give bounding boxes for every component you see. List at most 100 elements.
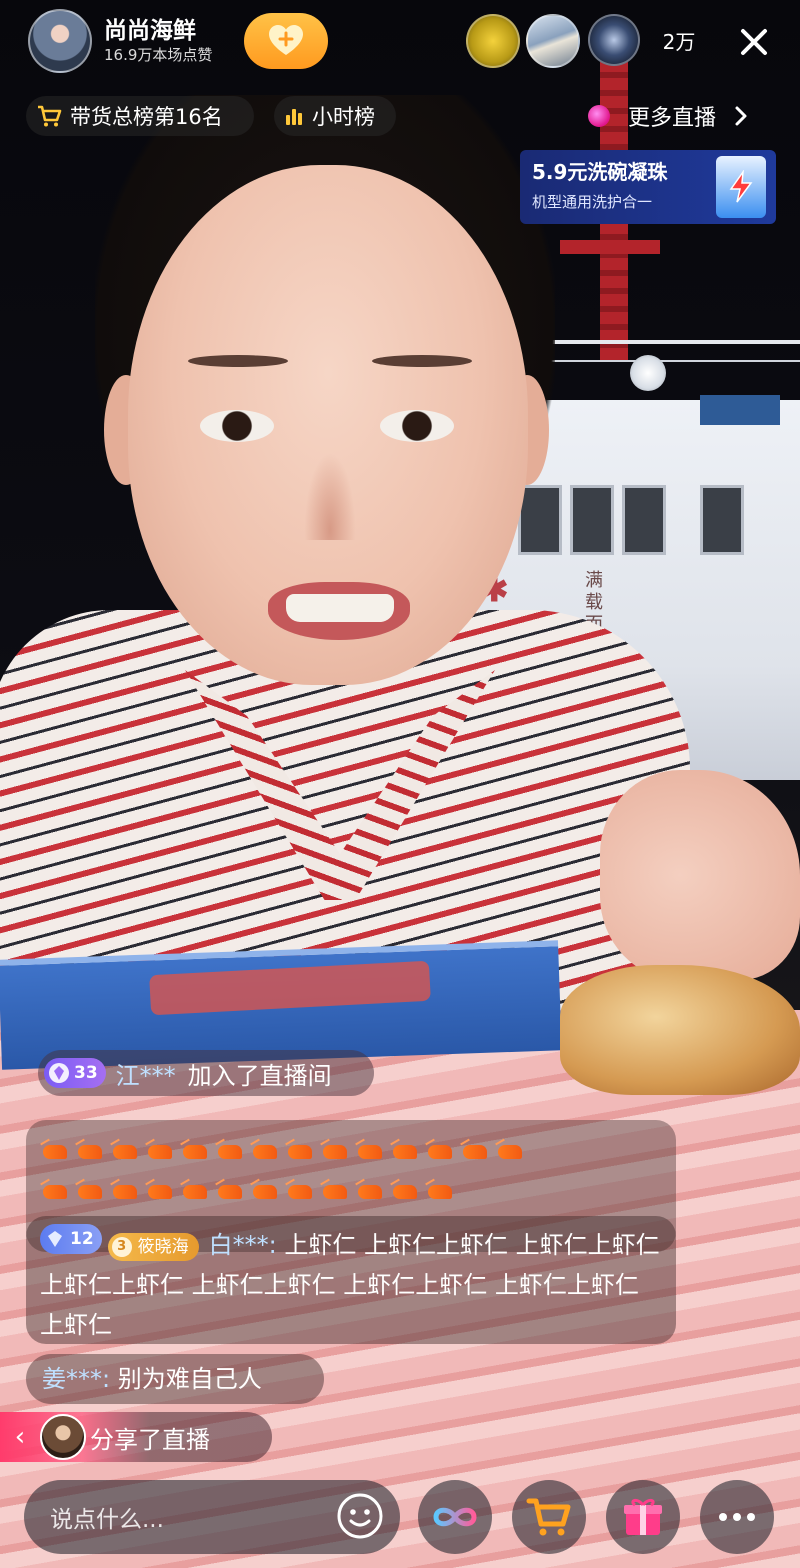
gift-button[interactable] [606,1480,680,1554]
shrimp-emoji-icon [285,1177,317,1207]
hourly-rank-label: 小时榜 [312,105,375,129]
chat-username[interactable]: 姜***: [42,1365,110,1393]
ship-mast-arm [560,240,660,254]
viewer-avatar[interactable] [466,14,520,68]
host-likes: 16.9万本场点赞 [104,46,213,64]
gift-box-icon [624,1498,662,1535]
promo-ad-subtitle: 机型通用洗护合一 [532,193,653,211]
more-live-label: 更多直播 [628,106,717,131]
shrimp-emoji-icon [460,1137,492,1167]
shrimp-emoji-icon [425,1177,457,1207]
promo-ad-card[interactable]: 5.9元洗碗凝珠 机型通用洗护合一 [520,150,776,224]
host-name: 尚尚海鲜 [104,18,196,44]
shrimp-emoji-icon [180,1177,212,1207]
comment-placeholder: 说点什么... [50,1507,164,1533]
shrimp-emoji-icon [215,1137,247,1167]
bottom-bar: 说点什么... [0,1476,800,1556]
ellipsis-icon [719,1513,755,1521]
shrimp-emoji-row [40,1172,662,1212]
bar-chart-icon [286,109,302,125]
user-level-number: 33 [74,1063,98,1083]
hourly-rank-chip[interactable]: 小时榜 [274,96,396,136]
heart-plus-icon [269,25,303,55]
user-level-number: 12 [70,1229,94,1249]
host-avatar[interactable] [28,9,92,73]
chat-username[interactable]: 江*** [116,1056,176,1091]
shrimp-emoji-icon [75,1137,107,1167]
ship-lamp [630,355,666,391]
host-info-pill[interactable]: 尚尚海鲜 16.9万本场点赞 [28,8,212,74]
chevron-left-icon: ‹ [14,1422,26,1452]
streamer-hand [600,770,800,980]
shrimp-emoji-icon [390,1137,422,1167]
shrimp-emoji-icon [145,1137,177,1167]
chat-message[interactable]: 姜***: 别为难自己人 [26,1354,324,1404]
close-button[interactable] [730,18,778,66]
shrimp-emoji-icon [215,1177,247,1207]
user-level-badge: 12 [40,1224,102,1254]
share-text: 分享了直播 [90,1425,210,1454]
join-text: 加入了直播间 [187,1061,332,1090]
shrimp-emoji-icon [40,1177,72,1207]
ship-window [570,485,614,555]
sharer-avatar [40,1414,86,1460]
sales-rank-chip[interactable]: 带货总榜第16名 [26,96,254,136]
shrimp-emoji-icon [250,1177,282,1207]
shrimp-emoji-icon [495,1137,527,1167]
viewer-count[interactable]: 2万 [650,25,708,59]
join-message[interactable]: 33 江*** 加入了直播间 [38,1050,374,1096]
streamer-teeth [286,594,394,622]
more-live-button[interactable]: 更多直播 [588,96,784,136]
lightning-icon [729,170,753,203]
fan-club-badge: 3 筱晓海 [107,1233,199,1261]
shrimp-emoji-icon [40,1137,72,1167]
shrimp-emoji-icon [320,1137,352,1167]
close-icon [741,29,767,55]
cart-icon [38,105,62,127]
ship-window [700,485,744,555]
sales-rank-label: 带货总榜第16名 [70,105,223,129]
shopping-cart-button[interactable] [512,1480,586,1554]
shrimp-emoji-icon [355,1137,387,1167]
share-notification[interactable]: ‹ 分享了直播 [0,1412,272,1462]
fan-club-name: 筱晓海 [137,1237,189,1257]
shrimp-emoji-icon [110,1137,142,1167]
ship-window [622,485,666,555]
host-info: 尚尚海鲜 16.9万本场点赞 [104,17,212,65]
shrimp-emoji-icon [110,1177,142,1207]
viewer-avatar[interactable] [588,14,640,66]
emoji-button[interactable] [334,1490,386,1542]
ship-sign [700,395,780,425]
shrimp-emoji-icon [285,1137,317,1167]
shopping-cart-icon [526,1498,571,1536]
user-level-badge: 33 [44,1058,106,1088]
gem-icon [48,1231,62,1247]
top-bar: 尚尚海鲜 16.9万本场点赞 2万 [0,0,800,82]
shrimp-emoji-icon [180,1137,212,1167]
streamer-eye [380,410,454,442]
follow-button[interactable] [244,13,328,69]
shrimp-emoji-icon [425,1137,457,1167]
live-dot-icon [588,105,610,127]
more-options-button[interactable] [700,1480,774,1554]
fan-club-level: 3 [111,1237,132,1257]
chat-message-text: 别为难自己人 [117,1365,262,1393]
streamer-brow [188,355,288,367]
shrimp-emoji-icon [250,1137,282,1167]
chat-message[interactable]: 12 3 筱晓海 白***: 上虾仁 上虾仁上虾仁 上虾仁上虾仁 上虾仁上虾仁 上虾… [26,1216,676,1344]
streamer-nose [300,440,360,540]
detergent-pod-product-image [716,156,766,218]
shrimp-emoji-icon [320,1177,352,1207]
chat-username[interactable]: 白***: [209,1231,277,1259]
viewer-avatar[interactable] [526,14,580,68]
gem-icon [49,1063,69,1083]
streamer-brow [372,355,472,367]
streamer-eye [200,410,274,442]
shrimp-emoji-row [40,1132,662,1172]
shrimp-emoji-icon [355,1177,387,1207]
link-mic-button[interactable] [418,1480,492,1554]
promo-ad-title: 5.9元洗碗凝珠 [532,160,668,184]
ship-rail [540,360,800,362]
smiley-icon [337,1493,383,1539]
infinity-link-icon [433,1507,477,1527]
